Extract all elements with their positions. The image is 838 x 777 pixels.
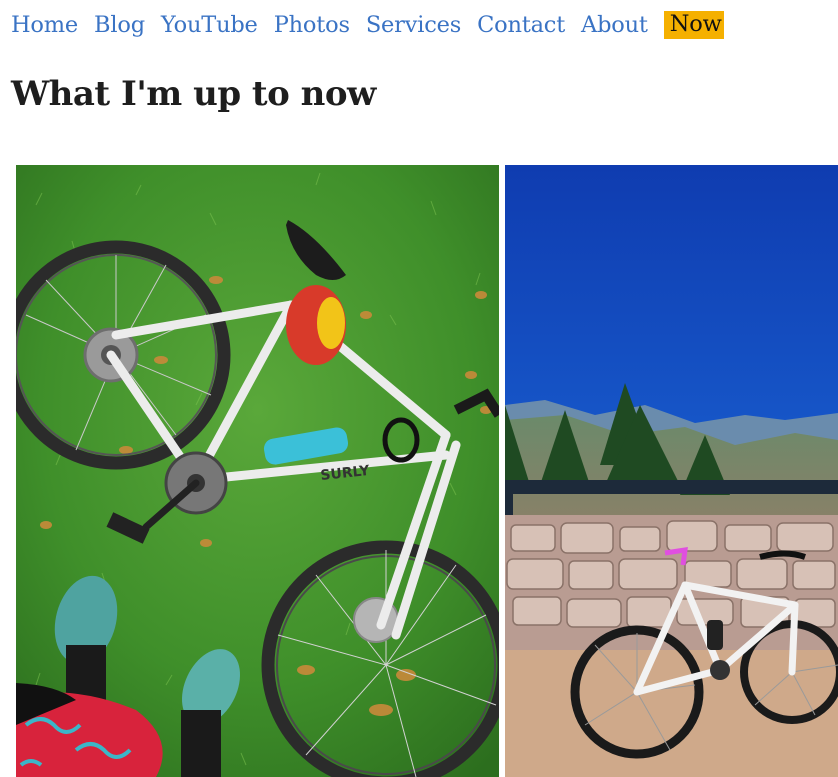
nav-photos-link[interactable]: Photos [274, 14, 350, 37]
bike-on-grass-photo: SURLY [16, 165, 499, 777]
nav-blog-link[interactable]: Blog [94, 14, 145, 37]
main-nav: Home Blog YouTube Photos Services Contac… [11, 8, 724, 42]
bike-at-overlook-photo [505, 165, 838, 777]
nav-contact-link[interactable]: Contact [477, 14, 565, 37]
nav-home-link[interactable]: Home [11, 14, 78, 37]
nav-now-link[interactable]: Now [663, 10, 724, 40]
nav-youtube-link[interactable]: YouTube [161, 14, 258, 37]
page-title: What I'm up to now [11, 74, 376, 114]
nav-services-link[interactable]: Services [366, 14, 461, 37]
nav-about-link[interactable]: About [581, 14, 648, 37]
